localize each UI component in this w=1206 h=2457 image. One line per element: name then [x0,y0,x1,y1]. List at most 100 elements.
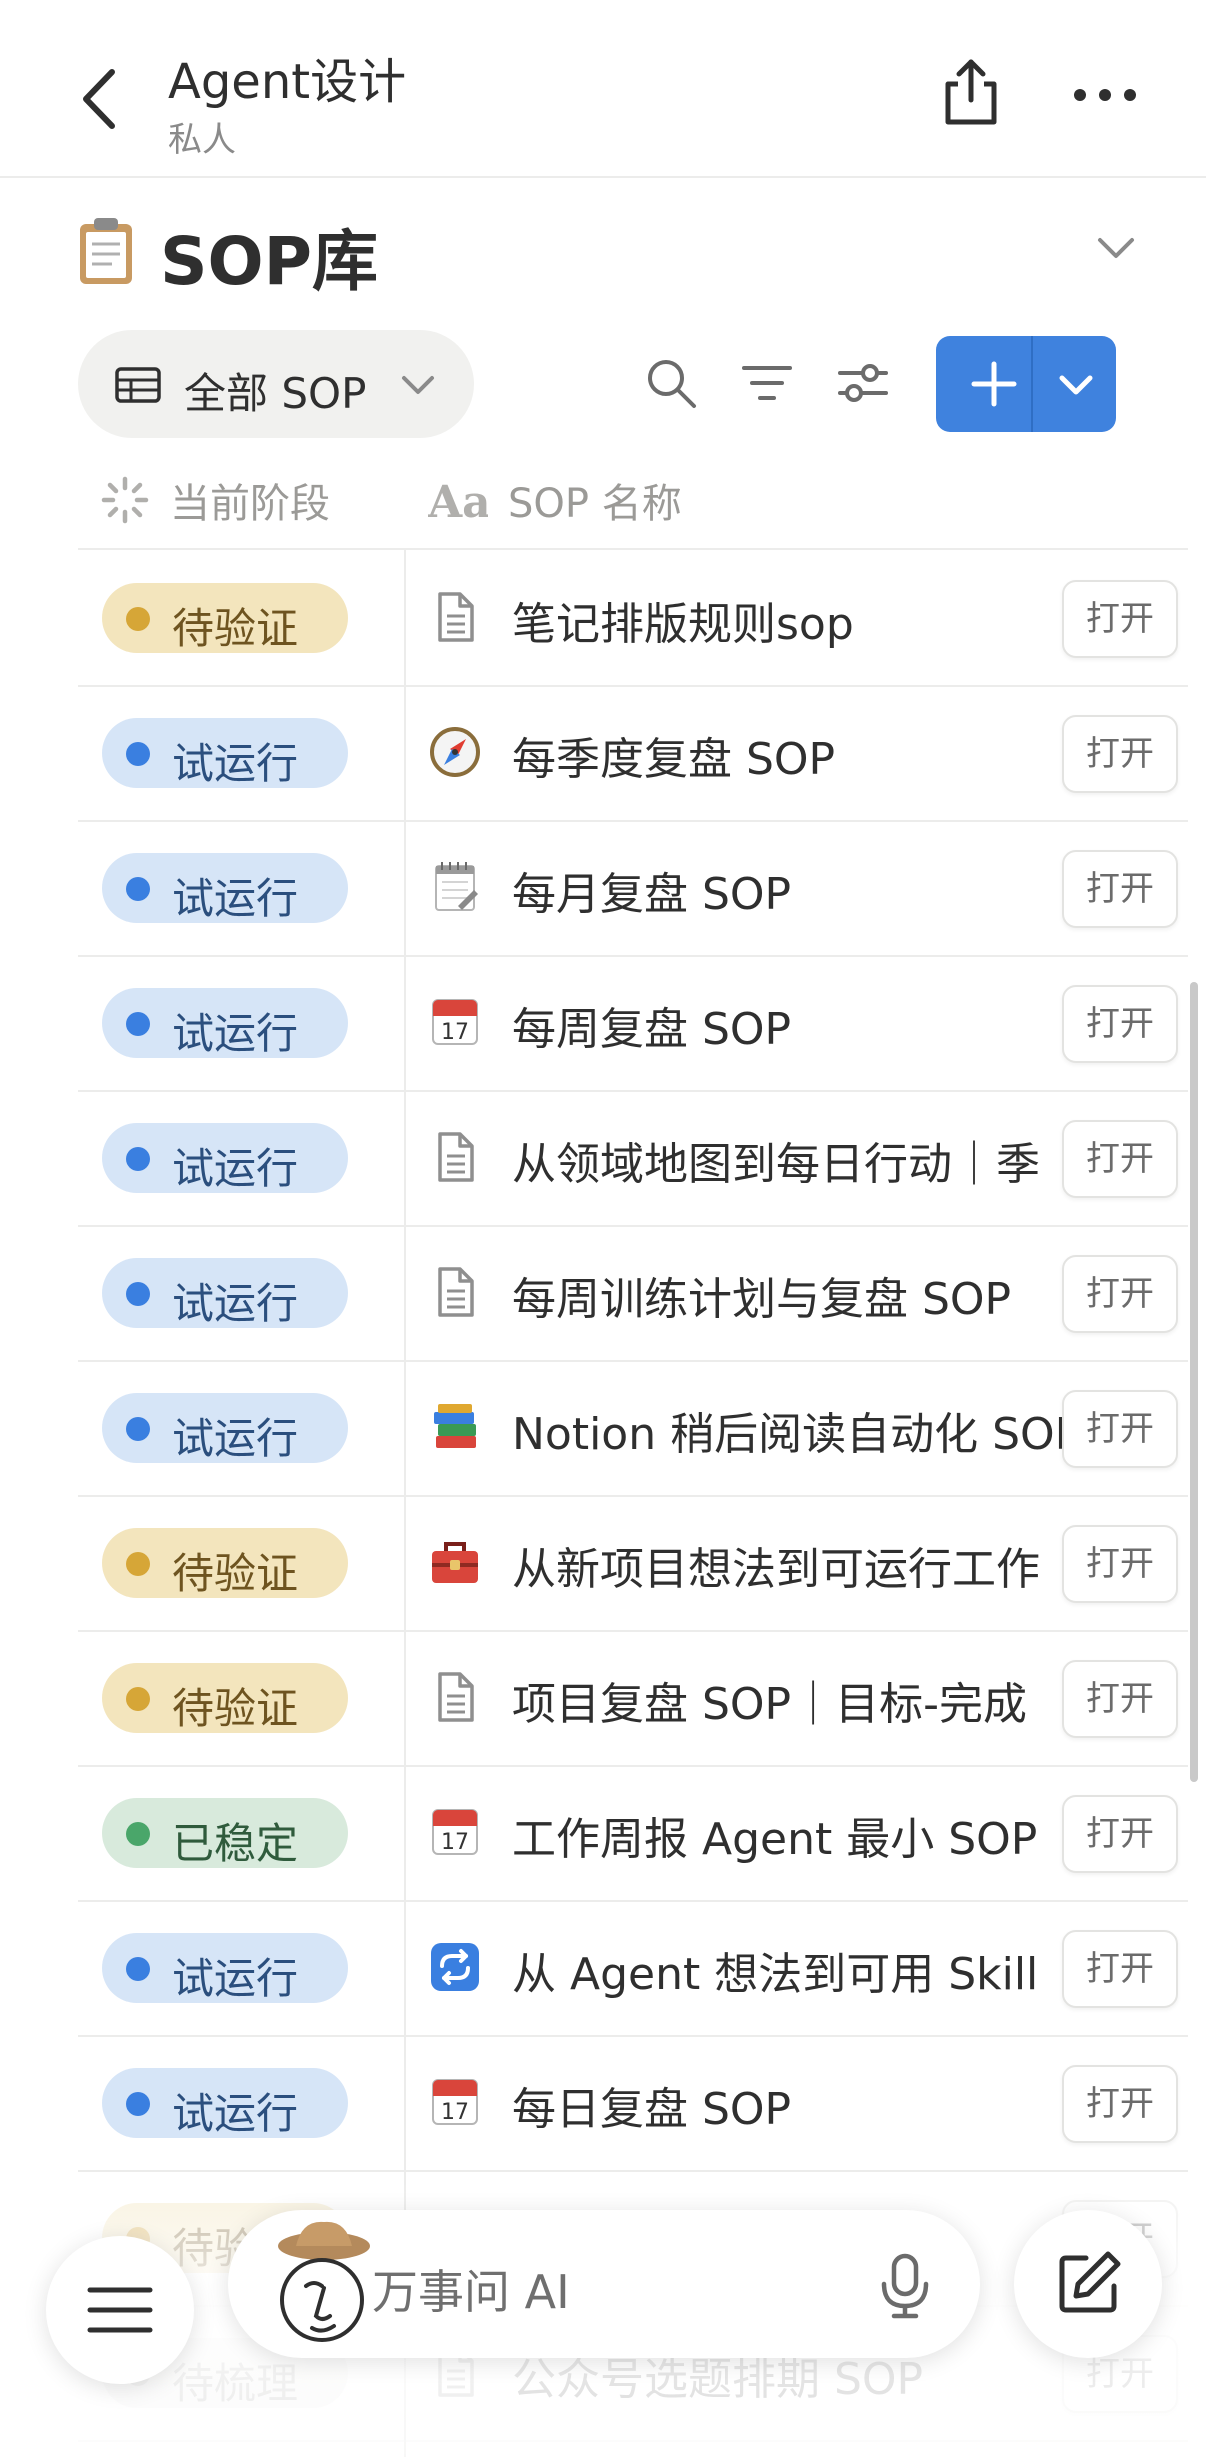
table-row[interactable]: 试运行 每周训练计划与复盘 SOP 打开 [78,1225,1188,1362]
table-row[interactable]: 试运行 17 每周复盘 SOP 打开 [78,955,1188,1092]
calendar-icon: 17 [428,2075,482,2129]
open-button[interactable]: 打开 [1062,1255,1178,1333]
column-divider [404,548,406,2457]
svg-text:17: 17 [441,1020,469,1045]
table-row[interactable]: 待验证 笔记排版规则sop 打开 [78,550,1188,687]
status-dot [126,1012,150,1036]
status-badge[interactable]: 待验证 [102,1528,348,1598]
text-property-icon: Aa [428,477,488,525]
sop-name[interactable]: 笔记排版规则sop [512,588,1152,652]
calendar-icon: 17 [428,995,482,1049]
sop-name[interactable]: 从领域地图到每日行动｜季 [512,1128,1152,1192]
status-label: 试运行 [172,874,299,923]
plus-icon[interactable] [968,358,1020,410]
sop-name[interactable]: 每周复盘 SOP [512,993,1152,1057]
column-header-stage-label: 当前阶段 [170,481,330,527]
status-dot [126,1822,150,1846]
toolbox-icon [428,1535,482,1589]
status-dot [126,1957,150,1981]
table-row[interactable]: 试运行 从领域地图到每日行动｜季 打开 [78,1090,1188,1227]
status-badge[interactable]: 试运行 [102,2068,348,2138]
books-icon [428,1400,482,1454]
compass-icon [428,725,482,779]
page-icon [428,1670,482,1724]
page-title: Agent设计 [168,54,407,110]
status-dot [126,1687,150,1711]
new-entry-button[interactable] [936,336,1116,432]
back-arrow-icon[interactable] [70,64,130,134]
button-divider [1031,336,1033,432]
status-badge[interactable]: 试运行 [102,1933,348,2003]
status-dot [126,1282,150,1306]
table-row[interactable]: 试运行 每月复盘 SOP 打开 [78,820,1188,957]
status-label: 试运行 [172,2089,299,2138]
status-badge[interactable]: 试运行 [102,1123,348,1193]
sop-name[interactable]: 每周训练计划与复盘 SOP [512,1263,1152,1327]
sop-name[interactable]: 项目复盘 SOP｜目标-完成 [512,1668,1152,1732]
more-options-icon[interactable] [1070,80,1140,110]
status-label: 待验证 [172,604,299,653]
share-icon[interactable] [940,58,1002,128]
table-row[interactable]: 试运行 从 Agent 想法到可用 Skill 打开 [78,1900,1188,2037]
workspace-label: 私人 [168,120,236,160]
status-badge[interactable]: 试运行 [102,853,348,923]
open-button[interactable]: 打开 [1062,1660,1178,1738]
table-row[interactable]: 试运行 17 每日复盘 SOP 打开 [78,2035,1188,2172]
sop-name[interactable]: 从 Agent 想法到可用 Skill [512,1938,1152,2002]
table-view-icon [115,367,161,403]
status-badge[interactable]: 待验证 [102,583,348,653]
status-label: 试运行 [172,1009,299,1058]
page-icon [428,590,482,644]
chevron-down-icon[interactable] [1056,370,1096,400]
ask-ai-bar[interactable]: 万事问 AI [228,2210,980,2358]
chevron-down-icon[interactable] [1094,230,1138,266]
notion-ai-face-icon [278,2221,370,2342]
open-button[interactable]: 打开 [1062,580,1178,658]
scrollbar[interactable] [1190,982,1198,1782]
sop-name[interactable]: 每月复盘 SOP [512,858,1152,922]
table-row[interactable]: 待验证 项目复盘 SOP｜目标-完成 打开 [78,1630,1188,1767]
column-header-name[interactable]: Aa SOP 名称 [428,470,682,530]
hamburger-menu-icon [87,2287,153,2333]
open-button[interactable]: 打开 [1062,985,1178,1063]
status-badge[interactable]: 试运行 [102,1258,348,1328]
status-label: 试运行 [172,739,299,788]
open-button[interactable]: 打开 [1062,1120,1178,1198]
status-badge[interactable]: 待验证 [102,1663,348,1733]
status-dot [126,1552,150,1576]
microphone-icon[interactable] [878,2252,932,2320]
clipboard-icon [80,218,132,284]
sop-name[interactable]: Notion 稍后阅读自动化 SOP [512,1398,1152,1462]
status-badge[interactable]: 试运行 [102,718,348,788]
status-badge[interactable]: 试运行 [102,988,348,1058]
open-button[interactable]: 打开 [1062,1930,1178,2008]
compose-button[interactable] [1014,2210,1162,2358]
sop-name[interactable]: 每季度复盘 SOP [512,723,1152,787]
sop-name[interactable]: 每日复盘 SOP [512,2073,1152,2137]
sop-name[interactable]: 工作周报 Agent 最小 SOP [512,1803,1152,1867]
status-dot [126,607,150,631]
column-header-stage[interactable]: 当前阶段 [100,470,330,530]
status-dot [126,742,150,766]
open-button[interactable]: 打开 [1062,1525,1178,1603]
status-badge[interactable]: 已稳定 [102,1798,348,1868]
view-selector[interactable]: 全部 SOP [78,330,474,438]
table-row[interactable]: 待验证 从新项目想法到可运行工作 打开 [78,1495,1188,1632]
open-button[interactable]: 打开 [1062,850,1178,928]
status-label: 已稳定 [172,1819,299,1868]
settings-sliders-icon[interactable] [836,356,890,410]
menu-button[interactable] [46,2236,194,2384]
table-row[interactable]: 试运行 Notion 稍后阅读自动化 SOP 打开 [78,1360,1188,1497]
status-badge[interactable]: 试运行 [102,1393,348,1463]
open-button[interactable]: 打开 [1062,1795,1178,1873]
open-button[interactable]: 打开 [1062,2065,1178,2143]
open-button[interactable]: 打开 [1062,1390,1178,1468]
open-button[interactable]: 打开 [1062,715,1178,793]
sop-name[interactable]: 从新项目想法到可运行工作 [512,1533,1152,1597]
search-icon[interactable] [644,356,698,410]
page-icon [428,1130,482,1184]
table-row[interactable]: 已稳定 17 工作周报 Agent 最小 SOP 打开 [78,1765,1188,1902]
table-row[interactable]: 试运行 每季度复盘 SOP 打开 [78,685,1188,822]
filter-icon[interactable] [740,356,794,410]
compose-icon [1059,2251,1121,2313]
